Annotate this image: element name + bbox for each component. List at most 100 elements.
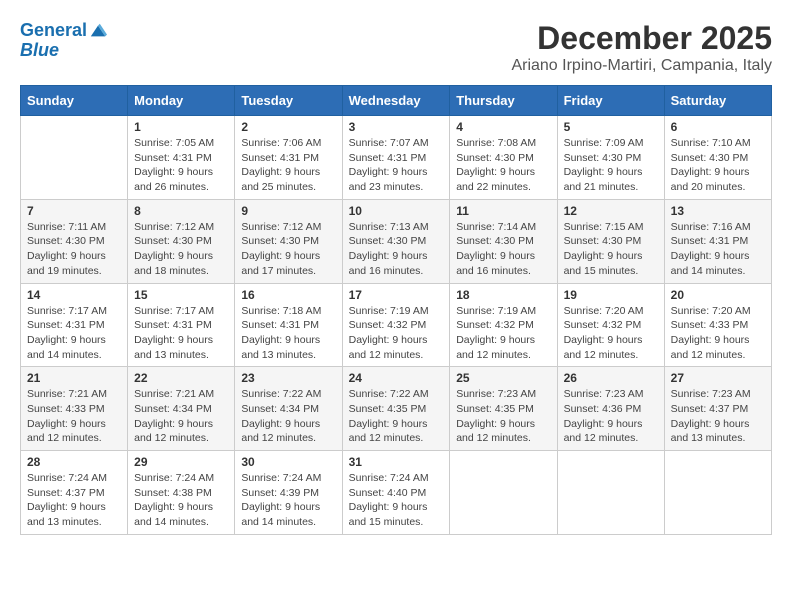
logo-text-line2: Blue <box>20 40 59 62</box>
calendar-cell: 25 Sunrise: 7:23 AM Sunset: 4:35 PM Dayli… <box>450 367 557 451</box>
calendar-cell: 5 Sunrise: 7:09 AM Sunset: 4:30 PM Daylig… <box>557 116 664 200</box>
header-cell-monday: Monday <box>128 86 235 116</box>
day-number: 25 <box>456 371 550 385</box>
day-number: 19 <box>564 288 658 302</box>
day-info: Sunrise: 7:12 AM Sunset: 4:30 PM Dayligh… <box>134 220 228 279</box>
calendar-cell: 7Sunrise: 7:11 AM Sunset: 4:30 PM Daylig… <box>21 199 128 283</box>
day-info: Sunrise: 7:24 AM Sunset: 4:40 PM Dayligh… <box>349 471 444 530</box>
calendar-cell: 26Sunrise: 7:23 AM Sunset: 4:36 PM Dayli… <box>557 367 664 451</box>
calendar-cell: 10 Sunrise: 7:13 AM Sunset: 4:30 PM Dayli… <box>342 199 450 283</box>
calendar-cell: 13Sunrise: 7:16 AM Sunset: 4:31 PM Dayli… <box>664 199 771 283</box>
week-row-5: 28Sunrise: 7:24 AM Sunset: 4:37 PM Dayli… <box>21 451 772 535</box>
calendar-cell: 28Sunrise: 7:24 AM Sunset: 4:37 PM Dayli… <box>21 451 128 535</box>
calendar-cell: 14 Sunrise: 7:17 AM Sunset: 4:31 PM Dayli… <box>21 283 128 367</box>
calendar-cell: 8 Sunrise: 7:12 AM Sunset: 4:30 PM Daylig… <box>128 199 235 283</box>
day-number: 5 <box>564 120 658 134</box>
calendar-table: SundayMondayTuesdayWednesdayThursdayFrid… <box>20 85 772 535</box>
day-number: 1 <box>134 120 228 134</box>
day-number: 12 <box>564 204 658 218</box>
calendar-cell: 3 Sunrise: 7:07 AM Sunset: 4:31 PM Daylig… <box>342 116 450 200</box>
day-number: 6 <box>671 120 765 134</box>
day-number: 24 <box>349 371 444 385</box>
day-info: Sunrise: 7:21 AM Sunset: 4:34 PM Dayligh… <box>134 387 228 446</box>
day-info: Sunrise: 7:24 AM Sunset: 4:38 PM Dayligh… <box>134 471 228 530</box>
day-number: 18 <box>456 288 550 302</box>
day-info: Sunrise: 7:17 AM Sunset: 4:31 PM Dayligh… <box>27 304 121 363</box>
calendar-cell: 16 Sunrise: 7:18 AM Sunset: 4:31 PM Dayli… <box>235 283 342 367</box>
day-info: Sunrise: 7:23 AM Sunset: 4:37 PM Dayligh… <box>671 387 765 446</box>
day-info: Sunrise: 7:08 AM Sunset: 4:30 PM Dayligh… <box>456 136 550 195</box>
day-info: Sunrise: 7:12 AM Sunset: 4:30 PM Dayligh… <box>241 220 335 279</box>
day-number: 30 <box>241 455 335 469</box>
week-row-4: 21 Sunrise: 7:21 AM Sunset: 4:33 PM Dayli… <box>21 367 772 451</box>
day-info: Sunrise: 7:06 AM Sunset: 4:31 PM Dayligh… <box>241 136 335 195</box>
day-number: 17 <box>349 288 444 302</box>
day-info: Sunrise: 7:18 AM Sunset: 4:31 PM Dayligh… <box>241 304 335 363</box>
day-info: Sunrise: 7:15 AM Sunset: 4:30 PM Dayligh… <box>564 220 658 279</box>
calendar-cell: 6Sunrise: 7:10 AM Sunset: 4:30 PM Daylig… <box>664 116 771 200</box>
day-info: Sunrise: 7:13 AM Sunset: 4:30 PM Dayligh… <box>349 220 444 279</box>
calendar-cell: 31 Sunrise: 7:24 AM Sunset: 4:40 PM Dayli… <box>342 451 450 535</box>
logo-icon <box>89 22 107 40</box>
day-number: 2 <box>241 120 335 134</box>
calendar-header: SundayMondayTuesdayWednesdayThursdayFrid… <box>21 86 772 116</box>
calendar-cell: 20 Sunrise: 7:20 AM Sunset: 4:33 PM Dayli… <box>664 283 771 367</box>
calendar-cell: 15Sunrise: 7:17 AM Sunset: 4:31 PM Dayli… <box>128 283 235 367</box>
calendar-cell: 2 Sunrise: 7:06 AM Sunset: 4:31 PM Daylig… <box>235 116 342 200</box>
day-info: Sunrise: 7:05 AM Sunset: 4:31 PM Dayligh… <box>134 136 228 195</box>
calendar-cell <box>450 451 557 535</box>
week-row-3: 14 Sunrise: 7:17 AM Sunset: 4:31 PM Dayli… <box>21 283 772 367</box>
day-number: 15 <box>134 288 228 302</box>
day-number: 27 <box>671 371 765 385</box>
calendar-cell: 17 Sunrise: 7:19 AM Sunset: 4:32 PM Dayli… <box>342 283 450 367</box>
day-info: Sunrise: 7:24 AM Sunset: 4:37 PM Dayligh… <box>27 471 121 530</box>
day-info: Sunrise: 7:09 AM Sunset: 4:30 PM Dayligh… <box>564 136 658 195</box>
day-number: 29 <box>134 455 228 469</box>
day-number: 16 <box>241 288 335 302</box>
calendar-cell: 21 Sunrise: 7:21 AM Sunset: 4:33 PM Dayli… <box>21 367 128 451</box>
calendar-cell: 24 Sunrise: 7:22 AM Sunset: 4:35 PM Dayli… <box>342 367 450 451</box>
day-info: Sunrise: 7:21 AM Sunset: 4:33 PM Dayligh… <box>27 387 121 446</box>
day-number: 8 <box>134 204 228 218</box>
day-number: 26 <box>564 371 658 385</box>
day-info: Sunrise: 7:14 AM Sunset: 4:30 PM Dayligh… <box>456 220 550 279</box>
day-number: 21 <box>27 371 121 385</box>
day-info: Sunrise: 7:19 AM Sunset: 4:32 PM Dayligh… <box>456 304 550 363</box>
day-number: 22 <box>134 371 228 385</box>
header-row: SundayMondayTuesdayWednesdayThursdayFrid… <box>21 86 772 116</box>
calendar-cell <box>21 116 128 200</box>
page-header: General Blue December 2025 Ariano Irpino… <box>20 20 772 75</box>
logo-text-line1: General <box>20 20 87 42</box>
header-cell-wednesday: Wednesday <box>342 86 450 116</box>
calendar-cell: 19Sunrise: 7:20 AM Sunset: 4:32 PM Dayli… <box>557 283 664 367</box>
header-cell-tuesday: Tuesday <box>235 86 342 116</box>
week-row-2: 7Sunrise: 7:11 AM Sunset: 4:30 PM Daylig… <box>21 199 772 283</box>
day-number: 23 <box>241 371 335 385</box>
day-number: 3 <box>349 120 444 134</box>
day-info: Sunrise: 7:07 AM Sunset: 4:31 PM Dayligh… <box>349 136 444 195</box>
day-number: 20 <box>671 288 765 302</box>
title-block: December 2025 Ariano Irpino-Martiri, Cam… <box>511 20 772 75</box>
day-info: Sunrise: 7:22 AM Sunset: 4:35 PM Dayligh… <box>349 387 444 446</box>
day-info: Sunrise: 7:16 AM Sunset: 4:31 PM Dayligh… <box>671 220 765 279</box>
day-info: Sunrise: 7:24 AM Sunset: 4:39 PM Dayligh… <box>241 471 335 530</box>
day-number: 31 <box>349 455 444 469</box>
header-cell-sunday: Sunday <box>21 86 128 116</box>
calendar-cell: 9Sunrise: 7:12 AM Sunset: 4:30 PM Daylig… <box>235 199 342 283</box>
day-number: 10 <box>349 204 444 218</box>
month-title: December 2025 <box>511 20 772 57</box>
calendar-body: 1 Sunrise: 7:05 AM Sunset: 4:31 PM Daylig… <box>21 116 772 535</box>
week-row-1: 1 Sunrise: 7:05 AM Sunset: 4:31 PM Daylig… <box>21 116 772 200</box>
calendar-cell: 11 Sunrise: 7:14 AM Sunset: 4:30 PM Dayli… <box>450 199 557 283</box>
calendar-cell: 1 Sunrise: 7:05 AM Sunset: 4:31 PM Daylig… <box>128 116 235 200</box>
day-number: 11 <box>456 204 550 218</box>
day-info: Sunrise: 7:19 AM Sunset: 4:32 PM Dayligh… <box>349 304 444 363</box>
calendar-cell <box>664 451 771 535</box>
day-info: Sunrise: 7:20 AM Sunset: 4:33 PM Dayligh… <box>671 304 765 363</box>
day-number: 4 <box>456 120 550 134</box>
day-number: 7 <box>27 204 121 218</box>
day-info: Sunrise: 7:23 AM Sunset: 4:35 PM Dayligh… <box>456 387 550 446</box>
day-number: 14 <box>27 288 121 302</box>
calendar-cell: 4 Sunrise: 7:08 AM Sunset: 4:30 PM Daylig… <box>450 116 557 200</box>
calendar-cell: 12 Sunrise: 7:15 AM Sunset: 4:30 PM Dayli… <box>557 199 664 283</box>
